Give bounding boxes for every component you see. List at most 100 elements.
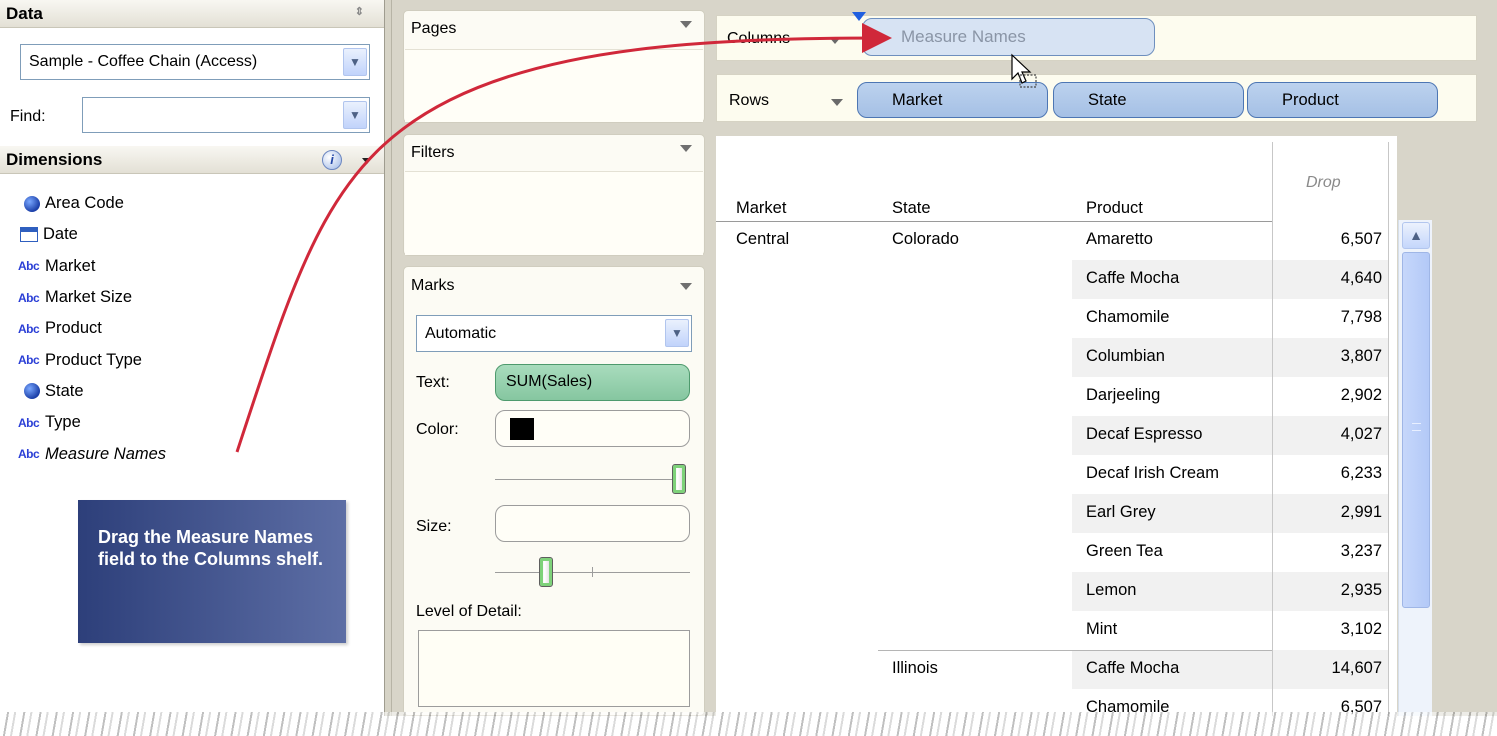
cell-product: Caffe Mocha <box>1086 269 1180 287</box>
pill-label: State <box>1088 91 1127 109</box>
level-of-detail-drop-area[interactable] <box>418 630 690 707</box>
dimensions-header: Dimensions i <box>0 146 384 174</box>
filters-card: Filters <box>403 134 705 256</box>
color-swatch <box>510 418 534 440</box>
chevron-down-icon[interactable]: ▼ <box>343 101 367 129</box>
abc-icon: Abc <box>18 321 40 336</box>
cell-product: Darjeeling <box>1086 386 1161 404</box>
find-input[interactable]: ▼ <box>82 97 370 133</box>
pane-resize-icon[interactable]: ⇕ <box>355 5 364 18</box>
field-type[interactable]: Abc Type <box>18 407 166 438</box>
pill-label: Product <box>1282 91 1339 109</box>
card-menu-icon[interactable] <box>680 283 692 290</box>
column-divider <box>1388 142 1389 716</box>
vertical-scrollbar[interactable]: ▲ <box>1398 220 1432 716</box>
cell-value: 2,991 <box>1340 503 1382 521</box>
abc-icon: Abc <box>18 259 40 274</box>
dimension-list: Area Code Date Abc Market Abc Market Siz… <box>18 188 166 470</box>
field-date[interactable]: Date <box>18 219 166 250</box>
size-slider-tick <box>592 567 593 577</box>
filters-drop-area[interactable] <box>405 171 703 255</box>
header-product[interactable]: Product <box>1086 199 1143 218</box>
pages-card: Pages <box>403 10 705 123</box>
pages-card-title: Pages <box>411 20 457 37</box>
cell-value: 4,027 <box>1340 425 1382 443</box>
field-label: Area Code <box>45 194 124 213</box>
field-label: Product Type <box>45 350 142 369</box>
cell-product: Earl Grey <box>1086 503 1156 521</box>
ghost-pill-label: Measure Names <box>901 27 1026 46</box>
abc-icon: Abc <box>18 290 40 305</box>
field-area-code[interactable]: Area Code <box>18 188 166 219</box>
shelf-menu-icon[interactable] <box>829 37 841 44</box>
scroll-up-icon[interactable]: ▲ <box>1402 222 1430 249</box>
grip-icon <box>1412 423 1421 431</box>
field-state[interactable]: State <box>18 376 166 407</box>
dimensions-title: Dimensions <box>6 150 103 169</box>
shelf-menu-icon[interactable] <box>831 99 843 106</box>
cell-value: 2,935 <box>1340 581 1382 599</box>
field-label: Type <box>45 413 81 432</box>
header-state[interactable]: State <box>892 199 931 218</box>
abc-icon: Abc <box>18 415 40 430</box>
transparency-slider-handle[interactable] <box>672 464 686 494</box>
datasource-select[interactable]: Sample - Coffee Chain (Access) ▼ <box>20 44 370 80</box>
cell-market: Central <box>736 230 790 248</box>
field-label: Market <box>45 256 96 275</box>
field-market[interactable]: Abc Market <box>18 251 166 282</box>
field-label: State <box>45 381 84 400</box>
torn-edge-decoration <box>0 712 1497 736</box>
dimensions-menu-icon[interactable] <box>362 158 372 164</box>
text-pill-label: SUM(Sales) <box>506 373 593 390</box>
rows-pill-state[interactable]: State <box>1053 82 1244 118</box>
level-of-detail-label: Level of Detail: <box>416 603 522 620</box>
size-slider-handle[interactable] <box>539 557 553 587</box>
color-selector[interactable] <box>495 410 690 447</box>
chevron-down-icon[interactable]: ▼ <box>343 48 367 76</box>
info-icon[interactable]: i <box>322 150 342 170</box>
mark-type-select[interactable]: Automatic ▼ <box>416 315 692 352</box>
calendar-icon <box>20 227 38 243</box>
tutorial-callout: Drag the Measure Names field to the Colu… <box>78 500 346 643</box>
columns-drag-ghost-pill: Measure Names <box>862 18 1155 56</box>
size-label: Size: <box>416 518 452 535</box>
pages-drop-area[interactable] <box>405 49 703 122</box>
rows-pill-market[interactable]: Market <box>857 82 1048 118</box>
abc-icon: Abc <box>18 447 40 462</box>
rows-shelf-label: Rows <box>729 92 770 109</box>
field-product[interactable]: Abc Product <box>18 313 166 344</box>
transparency-slider-track <box>495 479 679 480</box>
rows-pill-product[interactable]: Product <box>1247 82 1438 118</box>
chevron-down-icon[interactable]: ▼ <box>665 319 689 347</box>
data-pane-title: Data <box>6 4 43 23</box>
header-market[interactable]: Market <box>736 199 786 218</box>
drop-indicator-icon <box>852 12 866 21</box>
field-market-size[interactable]: Abc Market Size <box>18 282 166 313</box>
column-divider <box>1272 142 1273 716</box>
drop-field-here[interactable]: Drop <box>1306 174 1341 192</box>
cell-product: Green Tea <box>1086 542 1163 560</box>
filters-card-title: Filters <box>411 144 455 161</box>
text-pill-sum-sales[interactable]: SUM(Sales) <box>495 364 690 401</box>
cell-value: 3,807 <box>1340 347 1382 365</box>
pane-splitter[interactable] <box>384 0 392 716</box>
pill-label: Market <box>892 91 943 109</box>
cell-value: 7,798 <box>1340 308 1382 326</box>
find-label: Find: <box>10 108 46 125</box>
card-menu-icon[interactable] <box>680 145 692 152</box>
field-measure-names[interactable]: Abc Measure Names <box>18 438 166 469</box>
cell-value: 6,507 <box>1340 230 1382 248</box>
card-menu-icon[interactable] <box>680 21 692 28</box>
datasource-select-value: Sample - Coffee Chain (Access) <box>29 53 258 70</box>
cell-value: 3,237 <box>1340 542 1382 560</box>
crosstab-view: Drop Market State Product Central Colora… <box>716 136 1397 716</box>
callout-text: Drag the Measure Names field to the Colu… <box>98 527 324 569</box>
header-divider <box>716 221 1272 222</box>
cell-value: 2,902 <box>1340 386 1382 404</box>
field-label: Product <box>45 319 102 338</box>
text-label: Text: <box>416 374 450 391</box>
cell-product: Amaretto <box>1086 230 1153 248</box>
field-product-type[interactable]: Abc Product Type <box>18 344 166 375</box>
size-selector[interactable] <box>495 505 690 542</box>
scrollbar-thumb[interactable] <box>1402 252 1430 608</box>
